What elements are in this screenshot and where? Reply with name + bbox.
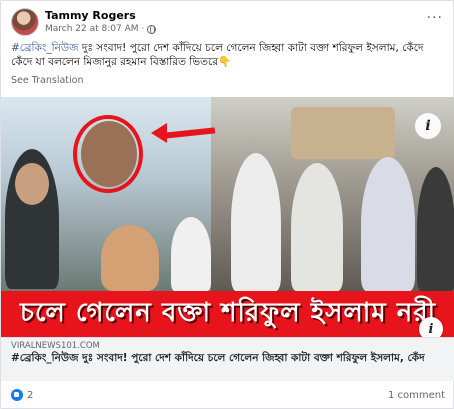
link-preview[interactable]: VIRALNEWS101.COM #ব্রেকিং_নিউজ দুঃ সংবাদ… — [1, 337, 454, 381]
mourner-figure — [231, 153, 281, 291]
reaction-count: 2 — [27, 389, 34, 401]
like-icon — [11, 389, 23, 401]
post-timestamp[interactable]: March 22 at 8:07 AM — [45, 24, 139, 34]
post-meta: March 22 at 8:07 AM · — [45, 24, 157, 34]
link-title[interactable]: #ব্রেকিং_নিউজ দুঃ সংবাদ! পুরো দেশ কাঁদিয… — [11, 352, 431, 365]
ellipsis-icon[interactable]: ··· — [427, 10, 443, 26]
comment-count[interactable]: 1 comment — [388, 390, 445, 401]
post-footer: 2 1 comment — [1, 381, 454, 409]
post-caption: #ব্রেকিং_নিউজ দুঃ সংবাদ! পুরো দেশ কাঁদিয… — [11, 41, 443, 69]
red-circle-highlight — [73, 115, 143, 193]
coffin — [291, 107, 395, 159]
link-domain: VIRALNEWS101.COM — [11, 341, 100, 351]
mourner-figure — [361, 157, 415, 291]
avatar[interactable] — [11, 8, 39, 36]
globe-icon — [147, 24, 157, 34]
caption-hashtag[interactable]: #ব্রেকিং_নিউজ — [11, 42, 79, 54]
post-card: Tammy Rogers March 22 at 8:07 AM · ··· #… — [0, 0, 454, 409]
post-image[interactable]: i চলে গেলেন বক্তা শরিফুল ইসলাম নরী — [1, 97, 454, 337]
see-translation-link[interactable]: See Translation — [11, 75, 84, 86]
man-in-white-cap-figure — [171, 217, 211, 291]
image-banner: চলে গেলেন বক্তা শরিফুল ইসলাম নরী — [1, 291, 454, 337]
face — [15, 163, 49, 205]
woman-figure — [101, 225, 159, 291]
red-arrow-icon — [151, 123, 167, 143]
mourner-figure — [291, 163, 343, 291]
info-icon[interactable]: i — [415, 113, 441, 139]
pointing-down-emoji: 👇 — [218, 56, 232, 68]
mourner-figure — [417, 167, 454, 291]
post-header: Tammy Rogers March 22 at 8:07 AM · ··· — [11, 8, 443, 38]
author-name[interactable]: Tammy Rogers — [45, 9, 136, 22]
reactions-summary[interactable]: 2 — [11, 389, 33, 401]
